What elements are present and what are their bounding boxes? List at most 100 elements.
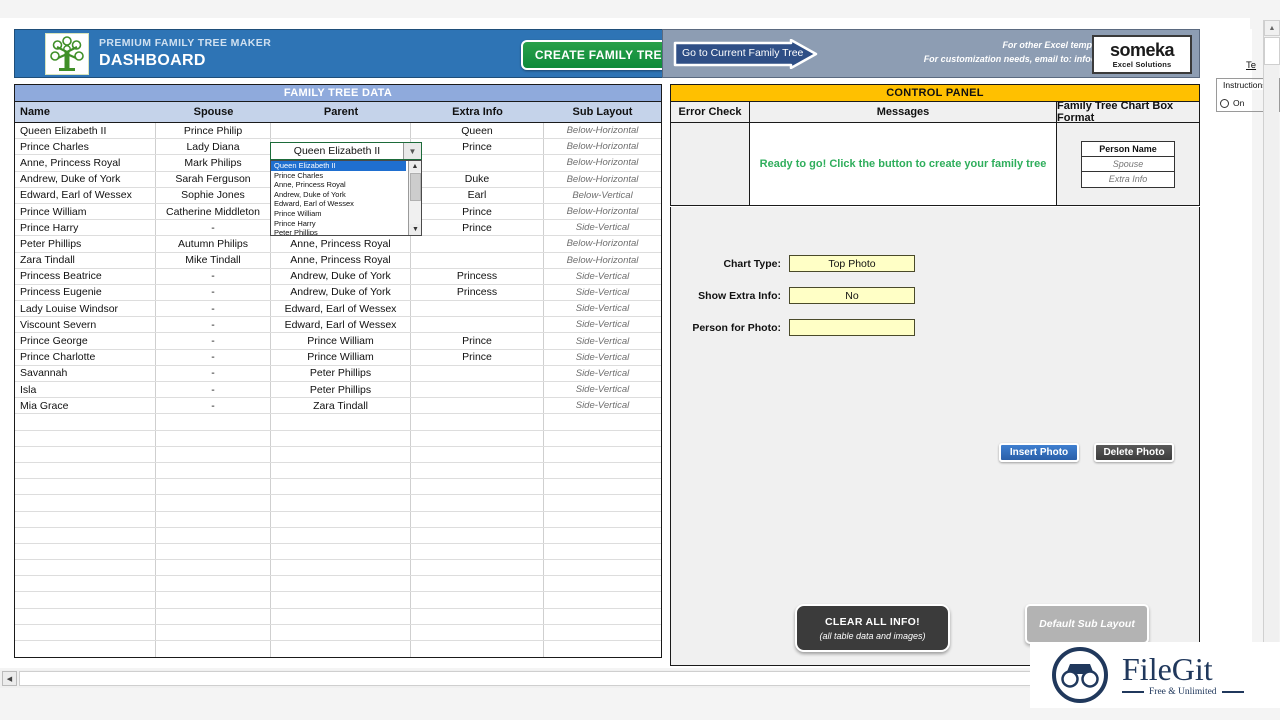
parent-cell[interactable]: [271, 462, 411, 479]
dropdown-option[interactable]: Edward, Earl of Wessex: [271, 199, 406, 209]
name-cell[interactable]: [15, 511, 156, 527]
spouse-cell[interactable]: -: [156, 333, 271, 349]
parent-cell[interactable]: [271, 592, 411, 608]
vertical-scroll-thumb[interactable]: [1264, 37, 1280, 65]
name-cell[interactable]: Zara Tindall: [15, 252, 156, 268]
table-row-empty[interactable]: [15, 527, 661, 544]
extra-info-cell[interactable]: Duke: [411, 171, 544, 187]
parent-cell[interactable]: Zara Tindall: [271, 398, 411, 414]
spouse-cell[interactable]: Lady Diana: [156, 139, 271, 155]
table-row[interactable]: Viscount Severn - Edward, Earl of Wessex Si…: [15, 317, 661, 334]
parent-cell[interactable]: [271, 123, 411, 139]
name-cell[interactable]: Savannah: [15, 365, 156, 381]
dropdown-scroll-thumb[interactable]: [410, 173, 421, 201]
parent-cell[interactable]: [271, 414, 411, 430]
parent-cell[interactable]: Prince William: [271, 333, 411, 349]
parent-cell[interactable]: [271, 479, 411, 495]
table-row[interactable]: Prince Charlotte - Prince William Prince Sid…: [15, 349, 661, 366]
name-cell[interactable]: [15, 543, 156, 560]
sub-layout-cell[interactable]: Side-Vertical: [544, 333, 661, 348]
sub-layout-cell[interactable]: [544, 625, 661, 640]
parent-cell[interactable]: Edward, Earl of Wessex: [271, 301, 411, 317]
parent-cell[interactable]: Andrew, Duke of York: [271, 268, 411, 284]
table-row-empty[interactable]: [15, 624, 661, 641]
spouse-cell[interactable]: -: [156, 349, 271, 365]
goto-current-family-tree-button[interactable]: Go to Current Family Tree: [673, 39, 818, 69]
dropdown-option[interactable]: Peter Phillips: [271, 228, 406, 235]
table-row[interactable]: Lady Louise Windsor - Edward, Earl of Wess…: [15, 301, 661, 318]
table-row-empty[interactable]: [15, 608, 661, 625]
spouse-cell[interactable]: -: [156, 301, 271, 317]
sub-layout-cell[interactable]: Side-Vertical: [544, 220, 661, 235]
parent-cell[interactable]: [271, 624, 411, 640]
name-cell[interactable]: Edward, Earl of Wessex: [15, 187, 156, 203]
extra-info-cell[interactable]: [411, 511, 544, 527]
extra-info-cell[interactable]: [411, 479, 544, 495]
spouse-cell[interactable]: -: [156, 365, 271, 381]
extra-info-cell[interactable]: [411, 155, 544, 171]
table-row[interactable]: Zara Tindall Mike Tindall Anne, Princess R…: [15, 252, 661, 269]
clear-all-info-button[interactable]: CLEAR ALL INFO! (all table data and imag…: [795, 604, 950, 652]
parent-cell[interactable]: Peter Phillips: [271, 365, 411, 381]
extra-info-cell[interactable]: [411, 624, 544, 640]
extra-info-cell[interactable]: Prince: [411, 333, 544, 349]
dropdown-option[interactable]: Prince Charles: [271, 171, 406, 181]
extra-info-cell[interactable]: [411, 576, 544, 592]
table-row-empty[interactable]: [15, 592, 661, 609]
name-cell[interactable]: [15, 641, 156, 658]
parent-cell-editor[interactable]: Queen Elizabeth II ▼: [270, 142, 422, 160]
table-row-empty[interactable]: [15, 479, 661, 496]
name-cell[interactable]: [15, 592, 156, 608]
table-row-empty[interactable]: [15, 543, 661, 561]
sub-layout-cell[interactable]: [544, 463, 661, 478]
spouse-cell[interactable]: [156, 430, 271, 446]
table-row-empty[interactable]: [15, 576, 661, 593]
spouse-cell[interactable]: [156, 592, 271, 608]
sub-layout-cell[interactable]: Below-Horizontal: [544, 204, 661, 219]
parent-dropdown-list[interactable]: Queen Elizabeth II Prince Charles Anne, Pr…: [270, 160, 422, 236]
spouse-cell[interactable]: [156, 446, 271, 462]
name-cell[interactable]: Prince George: [15, 333, 156, 349]
table-row-empty[interactable]: [15, 641, 661, 658]
sub-layout-cell[interactable]: [544, 544, 661, 559]
sub-layout-cell[interactable]: Below-Horizontal: [544, 236, 661, 251]
spouse-cell[interactable]: [156, 462, 271, 479]
sub-layout-cell[interactable]: [544, 576, 661, 591]
name-cell[interactable]: [15, 479, 156, 495]
spouse-cell[interactable]: -: [156, 382, 271, 398]
caret-up-icon[interactable]: ▲: [409, 161, 421, 172]
te-link[interactable]: Te: [1246, 60, 1256, 71]
default-sub-layout-button[interactable]: Default Sub Layout: [1025, 604, 1149, 644]
extra-info-cell[interactable]: [411, 365, 544, 381]
table-row[interactable]: Isla - Peter Phillips Side-Vertical: [15, 382, 661, 399]
sub-layout-cell[interactable]: Side-Vertical: [544, 350, 661, 365]
name-cell[interactable]: [15, 560, 156, 576]
spouse-cell[interactable]: [156, 543, 271, 560]
extra-info-cell[interactable]: [411, 641, 544, 658]
spouse-cell[interactable]: -: [156, 398, 271, 414]
spouse-cell[interactable]: Sophie Jones: [156, 187, 271, 203]
name-cell[interactable]: Anne, Princess Royal: [15, 155, 156, 171]
sub-layout-cell[interactable]: Below-Horizontal: [544, 253, 661, 268]
name-cell[interactable]: Princess Eugenie: [15, 284, 156, 301]
table-row[interactable]: Princess Beatrice - Andrew, Duke of York Pr…: [15, 268, 661, 285]
spouse-cell[interactable]: -: [156, 284, 271, 301]
dropdown-scrollbar[interactable]: ▲ ▼: [408, 161, 421, 235]
name-cell[interactable]: [15, 576, 156, 592]
sub-layout-cell[interactable]: Side-Vertical: [544, 398, 661, 413]
spouse-cell[interactable]: Mark Philips: [156, 155, 271, 171]
insert-photo-button[interactable]: Insert Photo: [999, 443, 1079, 462]
dropdown-option[interactable]: Queen Elizabeth II: [271, 161, 406, 171]
sub-layout-cell[interactable]: Side-Vertical: [544, 269, 661, 284]
extra-info-cell[interactable]: [411, 301, 544, 317]
table-row[interactable]: Princess Eugenie - Andrew, Duke of York Pri…: [15, 284, 661, 302]
table-row[interactable]: Savannah - Peter Phillips Side-Vertical: [15, 365, 661, 382]
parent-cell[interactable]: Prince William: [271, 349, 411, 365]
parent-cell[interactable]: [271, 446, 411, 462]
spouse-cell[interactable]: [156, 479, 271, 495]
sub-layout-cell[interactable]: Below-Horizontal: [544, 123, 661, 138]
sub-layout-cell[interactable]: [544, 528, 661, 543]
sub-layout-cell[interactable]: [544, 641, 661, 657]
extra-info-cell[interactable]: [411, 382, 544, 398]
extra-info-cell[interactable]: [411, 462, 544, 479]
